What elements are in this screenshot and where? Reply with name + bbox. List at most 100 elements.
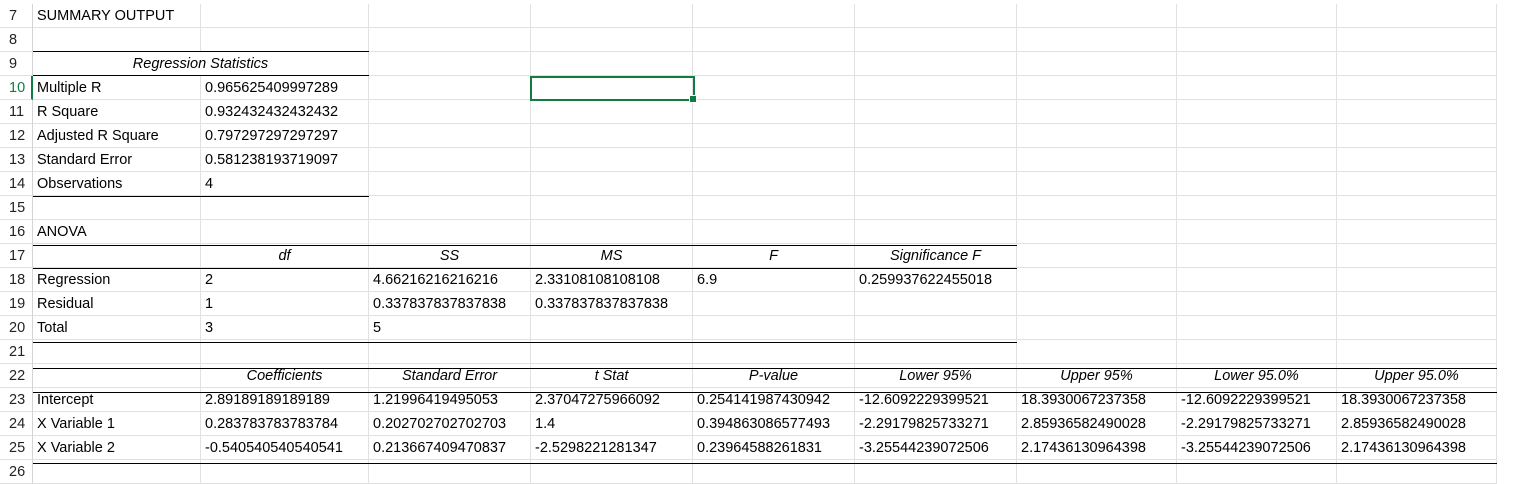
cell-r17-c1[interactable]	[33, 244, 201, 268]
cell-r24-c3[interactable]: 0.202702702702703	[369, 412, 531, 436]
cell-r15-c1[interactable]	[33, 196, 201, 220]
cell-r15-c9[interactable]	[1337, 196, 1497, 220]
cell-r17-c5[interactable]: F	[693, 244, 855, 268]
cell-r8-c5[interactable]	[693, 28, 855, 52]
cell-r19-c7[interactable]	[1017, 292, 1177, 316]
row-header-9[interactable]: 9	[0, 52, 33, 76]
cell-r20-c1[interactable]: Total	[33, 316, 201, 340]
row-header-10[interactable]: 10	[0, 76, 33, 100]
cell-r18-c6[interactable]: 0.259937622455018	[855, 268, 1017, 292]
cell-r25-c6[interactable]: -3.25544239072506	[855, 436, 1017, 460]
cell-r18-c1[interactable]: Regression	[33, 268, 201, 292]
cell-r17-c7[interactable]	[1017, 244, 1177, 268]
cell-r17-c8[interactable]	[1177, 244, 1337, 268]
cell-r14-c6[interactable]	[855, 172, 1017, 196]
cell-r11-c2[interactable]: 0.932432432432432	[201, 100, 369, 124]
cell-r18-c2[interactable]: 2	[201, 268, 369, 292]
cell-r13-c4[interactable]	[531, 148, 693, 172]
selected-cell[interactable]	[530, 76, 697, 103]
cell-r8-c9[interactable]	[1337, 28, 1497, 52]
cell-r14-c8[interactable]	[1177, 172, 1337, 196]
cell-r18-c5[interactable]: 6.9	[693, 268, 855, 292]
cell-r25-c9[interactable]: 2.17436130964398	[1337, 436, 1497, 460]
cell-r12-c9[interactable]	[1337, 124, 1497, 148]
cell-r15-c6[interactable]	[855, 196, 1017, 220]
cell-r14-c4[interactable]	[531, 172, 693, 196]
cell-r21-c9[interactable]	[1337, 340, 1497, 364]
cell-r12-c3[interactable]	[369, 124, 531, 148]
cell-r13-c2[interactable]: 0.581238193719097	[201, 148, 369, 172]
cell-r10-c8[interactable]	[1177, 76, 1337, 100]
cell-r9-c9[interactable]	[1337, 52, 1497, 76]
cell-r24-c1[interactable]: X Variable 1	[33, 412, 201, 436]
row-header-15[interactable]: 15	[0, 196, 33, 220]
cell-r16-c3[interactable]	[369, 220, 531, 244]
cell-r20-c9[interactable]	[1337, 316, 1497, 340]
row-header-26[interactable]: 26	[0, 460, 33, 484]
cell-r12-c2[interactable]: 0.797297297297297	[201, 124, 369, 148]
row-header-24[interactable]: 24	[0, 412, 33, 436]
cell-r20-c2[interactable]: 3	[201, 316, 369, 340]
cell-r12-c6[interactable]	[855, 124, 1017, 148]
row-header-8[interactable]: 8	[0, 28, 33, 52]
cell-r11-c1[interactable]: R Square	[33, 100, 201, 124]
cell-r24-c2[interactable]: 0.283783783783784	[201, 412, 369, 436]
cell-r16-c8[interactable]	[1177, 220, 1337, 244]
cell-r9-c4[interactable]	[531, 52, 693, 76]
cell-r24-c6[interactable]: -2.29179825733271	[855, 412, 1017, 436]
cell-r17-c4[interactable]: MS	[531, 244, 693, 268]
cell-r19-c9[interactable]	[1337, 292, 1497, 316]
cell-r24-c5[interactable]: 0.394863086577493	[693, 412, 855, 436]
cell-r10-c9[interactable]	[1337, 76, 1497, 100]
cell-r13-c5[interactable]	[693, 148, 855, 172]
row-header-16[interactable]: 16	[0, 220, 33, 244]
cell-r24-c7[interactable]: 2.85936582490028	[1017, 412, 1177, 436]
cell-r8-c4[interactable]	[531, 28, 693, 52]
cell-r7-c1[interactable]: SUMMARY OUTPUT	[33, 4, 201, 28]
cell-r12-c5[interactable]	[693, 124, 855, 148]
cell-r12-c4[interactable]	[531, 124, 693, 148]
cell-r8-c2[interactable]	[201, 28, 369, 52]
cell-r13-c3[interactable]	[369, 148, 531, 172]
cell-r9-c7[interactable]	[1017, 52, 1177, 76]
cell-r10-c7[interactable]	[1017, 76, 1177, 100]
cell-r18-c8[interactable]	[1177, 268, 1337, 292]
cell-r18-c9[interactable]	[1337, 268, 1497, 292]
cell-r19-c3[interactable]: 0.337837837837838	[369, 292, 531, 316]
row-header-25[interactable]: 25	[0, 436, 33, 460]
cell-r13-c6[interactable]	[855, 148, 1017, 172]
cell-r11-c8[interactable]	[1177, 100, 1337, 124]
cell-r7-c4[interactable]	[531, 4, 693, 28]
cell-r14-c5[interactable]	[693, 172, 855, 196]
cell-r8-c7[interactable]	[1017, 28, 1177, 52]
cell-r19-c4[interactable]: 0.337837837837838	[531, 292, 693, 316]
cell-r11-c5[interactable]	[693, 100, 855, 124]
cell-r19-c6[interactable]	[855, 292, 1017, 316]
cell-r14-c3[interactable]	[369, 172, 531, 196]
cell-r21-c6[interactable]	[855, 340, 1017, 364]
cell-r16-c7[interactable]	[1017, 220, 1177, 244]
cell-r14-c1[interactable]: Observations	[33, 172, 201, 196]
cell-r15-c7[interactable]	[1017, 196, 1177, 220]
cell-r9-c8[interactable]	[1177, 52, 1337, 76]
cell-r20-c6[interactable]	[855, 316, 1017, 340]
row-header-7[interactable]: 7	[0, 4, 33, 28]
cell-r21-c2[interactable]	[201, 340, 369, 364]
cell-r7-c3[interactable]	[369, 4, 531, 28]
cell-r11-c3[interactable]	[369, 100, 531, 124]
cell-r10-c5[interactable]	[693, 76, 855, 100]
cell-r8-c8[interactable]	[1177, 28, 1337, 52]
regression-statistics-header[interactable]: Regression Statistics	[33, 52, 369, 76]
cell-r17-c3[interactable]: SS	[369, 244, 531, 268]
cell-r13-c9[interactable]	[1337, 148, 1497, 172]
cell-r13-c7[interactable]	[1017, 148, 1177, 172]
row-header-14[interactable]: 14	[0, 172, 33, 196]
row-header-19[interactable]: 19	[0, 292, 33, 316]
cell-r10-c3[interactable]	[369, 76, 531, 100]
cell-r8-c3[interactable]	[369, 28, 531, 52]
cell-r14-c7[interactable]	[1017, 172, 1177, 196]
row-header-22[interactable]: 22	[0, 364, 33, 388]
cell-r10-c2[interactable]: 0.965625409997289	[201, 76, 369, 100]
cell-r25-c1[interactable]: X Variable 2	[33, 436, 201, 460]
cell-r13-c1[interactable]: Standard Error	[33, 148, 201, 172]
